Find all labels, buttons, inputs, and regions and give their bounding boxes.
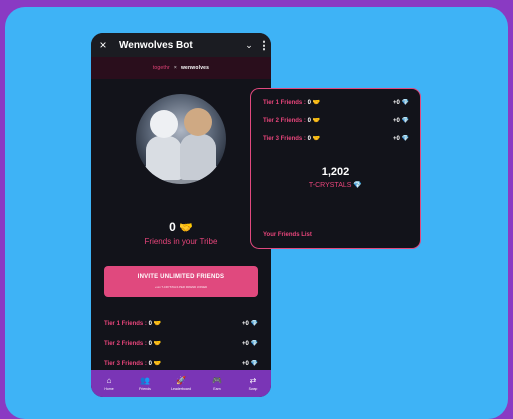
tier-count: 0: [307, 135, 311, 142]
swap-icon: ⇄: [249, 376, 257, 385]
nav-label: Leaderboard: [171, 387, 191, 391]
friends-count-value: 0: [169, 220, 176, 234]
rocket-icon: 🚀: [176, 376, 186, 385]
handshake-icon: 🤝: [312, 99, 321, 106]
window-title: Wenwolves Bot: [119, 39, 193, 51]
brand-togethr: togethr: [152, 65, 170, 71]
tier-2-row: Tier 2 Friends : 0 🤝 +0 💎: [104, 337, 258, 349]
diamond-icon: 💎: [250, 320, 258, 327]
tier-reward: +0: [393, 117, 400, 124]
nav-friends[interactable]: 👥 Friends: [127, 370, 163, 397]
brand-wenwolves: wenwolves: [180, 65, 210, 71]
nav-earn[interactable]: 🎮 Earn: [199, 370, 235, 397]
tier-count: 0: [148, 360, 152, 367]
crystals-label: T-CRYSTALS 💎: [251, 181, 420, 189]
friends-in-tribe-label: Friends in your Tribe: [144, 237, 218, 246]
home-icon: ⌂: [106, 376, 112, 385]
tier-label: Tier 1 Friends :: [104, 320, 147, 327]
diamond-icon: 💎: [353, 182, 363, 189]
diamond-icon: 💎: [250, 360, 258, 367]
tier-3-row: Tier 3 Friends : 0 🤝 +0 💎: [104, 357, 258, 369]
tier-reward: +0: [242, 360, 249, 367]
friends-summary-panel: Tier 1 Friends : 0 🤝 +0 💎 Tier 2 Friends…: [250, 88, 421, 249]
bears-astronaut-image: [136, 94, 226, 184]
tier-reward: +0: [393, 135, 400, 142]
handshake-icon: 🤝: [153, 320, 162, 327]
tier-reward: +0: [242, 320, 249, 327]
tier-count: 0: [148, 340, 152, 347]
diamond-icon: 💎: [401, 99, 409, 106]
panel-tier-3-row: Tier 3 Friends : 0 🤝 +0 💎: [263, 132, 409, 144]
nav-swap[interactable]: ⇄ Swap: [235, 370, 271, 397]
tier-label: Tier 3 Friends :: [104, 360, 147, 367]
more-menu-icon[interactable]: ⋮: [257, 39, 271, 52]
tier-1-row: Tier 1 Friends : 0 🤝 +0 💎: [104, 317, 258, 329]
nav-label: Earn: [213, 387, 221, 391]
diamond-icon: 💎: [401, 135, 409, 142]
close-icon[interactable]: ×: [93, 38, 113, 52]
crystals-label-text: T-CRYSTALS: [308, 182, 352, 189]
nav-label: Friends: [139, 387, 151, 391]
gamepad-icon: 🎮: [212, 376, 222, 385]
tier-label: Tier 2 Friends :: [104, 340, 147, 347]
nav-leaderboard[interactable]: 🚀 Leaderboard: [163, 370, 199, 397]
invite-friends-button[interactable]: INVITE UNLIMITED FRIENDS +xxx T-CRYSTALS…: [104, 266, 258, 297]
friends-count: 0 🤝: [91, 220, 271, 234]
tier-count: 0: [307, 99, 311, 106]
handshake-icon: 🤝: [153, 340, 162, 347]
tier-count: 0: [307, 117, 311, 124]
title-bar: × Wenwolves Bot ⌄ ⋮: [91, 33, 271, 57]
diamond-icon: 💎: [250, 340, 258, 347]
invite-button-sublabel: +xxx T-CRYSTALS PER FRIEND JOINED: [154, 285, 208, 289]
friends-icon: 👥: [140, 376, 150, 385]
nav-label: Swap: [248, 387, 258, 391]
handshake-icon: 🤝: [179, 222, 193, 234]
tier-reward: +0: [242, 340, 249, 347]
panel-tier-2-row: Tier 2 Friends : 0 🤝 +0 💎: [263, 114, 409, 126]
tier-label: Tier 3 Friends :: [263, 135, 306, 142]
handshake-icon: 🤝: [312, 117, 321, 124]
friends-list-link[interactable]: Your Friends List: [263, 232, 312, 238]
handshake-icon: 🤝: [153, 360, 162, 367]
chevron-down-icon[interactable]: ⌄: [241, 40, 257, 51]
diamond-icon: 💎: [401, 117, 409, 124]
panel-tier-1-row: Tier 1 Friends : 0 🤝 +0 💎: [263, 96, 409, 108]
tier-count: 0: [148, 320, 152, 327]
tier-label: Tier 2 Friends :: [263, 117, 306, 124]
crystals-value: 1,202: [321, 166, 350, 178]
nav-label: Home: [104, 387, 114, 391]
brand-banner: togethr × wenwolves: [91, 57, 271, 79]
handshake-icon: 🤝: [312, 135, 321, 142]
nav-home[interactable]: ⌂ Home: [91, 370, 127, 397]
bottom-nav: ⌂ Home 👥 Friends 🚀 Leaderboard 🎮 Earn ⇄ …: [91, 370, 271, 397]
phone-frame: × Wenwolves Bot ⌄ ⋮ togethr × wenwolves …: [91, 33, 271, 397]
brand-separator: ×: [173, 65, 177, 71]
invite-button-label: INVITE UNLIMITED FRIENDS: [137, 274, 225, 280]
tier-label: Tier 1 Friends :: [263, 99, 306, 106]
tier-reward: +0: [393, 99, 400, 106]
